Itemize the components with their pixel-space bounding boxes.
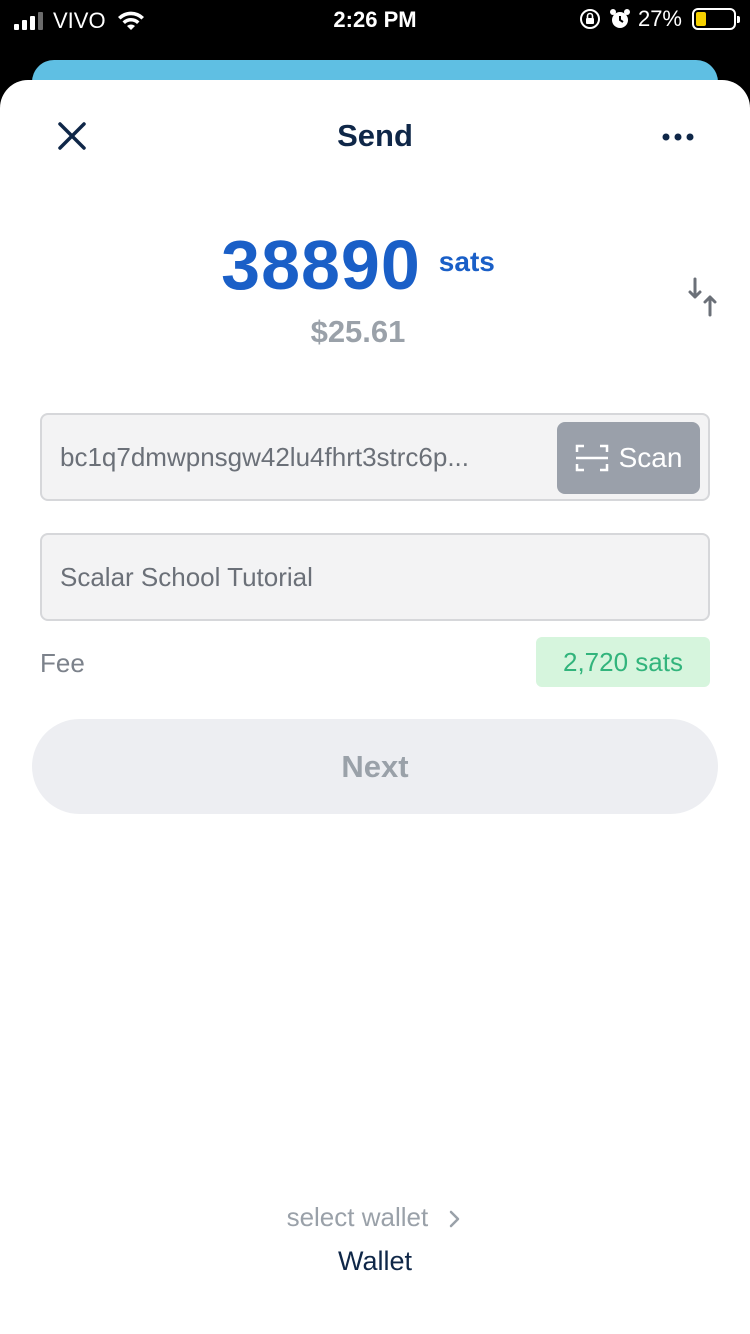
select-wallet-link[interactable]: select wallet	[0, 1202, 750, 1233]
amount-unit: sats	[438, 246, 495, 277]
memo-input[interactable]: Scalar School Tutorial	[40, 533, 710, 621]
battery-icon	[692, 8, 740, 30]
fiat-amount: $25.61	[310, 314, 406, 349]
amount-display: 38890 sats	[0, 225, 716, 305]
more-options-button[interactable]	[656, 122, 700, 152]
chevron-right-icon	[450, 1210, 460, 1228]
status-bar: VIVO 2:26 PM 27%	[0, 0, 750, 40]
address-value: bc1q7dmwpnsgw42lu4fhrt3strc6p...	[60, 442, 470, 472]
fee-label: Fee	[40, 648, 85, 678]
swap-unit-button[interactable]	[686, 275, 720, 319]
scan-button[interactable]: Scan	[557, 422, 700, 494]
next-button[interactable]: Next	[32, 719, 718, 814]
battery-percent: 27%	[637, 6, 682, 31]
more-horizontal-icon	[662, 133, 694, 141]
orientation-lock-icon	[579, 9, 600, 29]
alarm-icon	[609, 9, 630, 28]
select-wallet-label: select wallet	[286, 1202, 429, 1232]
scan-icon	[575, 444, 608, 472]
swap-vertical-icon	[688, 277, 717, 317]
memo-value: Scalar School Tutorial	[60, 562, 313, 592]
address-input[interactable]: bc1q7dmwpnsgw42lu4fhrt3strc6p... Scan	[40, 413, 710, 501]
wallet-name[interactable]: Wallet	[0, 1246, 750, 1277]
scan-label: Scan	[618, 442, 683, 473]
send-sheet: Send 38890 sats $25.61 bc1q7dmwpnsgw42lu…	[0, 80, 750, 1334]
fee-badge: 2,720 sats	[536, 637, 710, 687]
page-title: Send	[337, 118, 413, 153]
amount-value: 38890	[221, 226, 421, 304]
